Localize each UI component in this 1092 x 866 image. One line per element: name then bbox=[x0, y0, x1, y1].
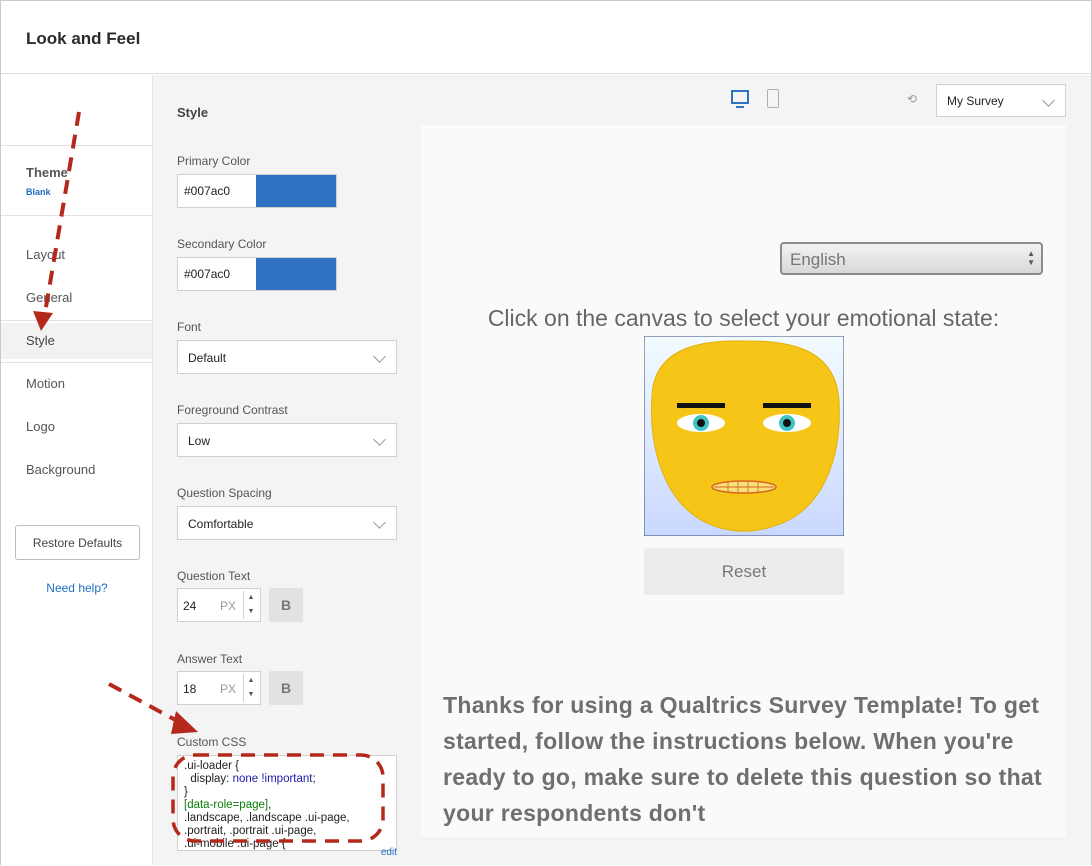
size-stepper[interactable]: ▲ ▼ bbox=[243, 591, 258, 619]
sidebar-item-motion[interactable]: Motion bbox=[1, 366, 152, 402]
font-select[interactable]: Default bbox=[177, 340, 397, 374]
px-unit: PX bbox=[220, 599, 237, 613]
need-help-link[interactable]: Need help? bbox=[1, 581, 153, 595]
stepper-down-icon[interactable]: ▼ bbox=[244, 688, 258, 702]
question-text-label: Question Text bbox=[177, 569, 251, 583]
font-label: Font bbox=[177, 320, 202, 334]
question-text-bold-button[interactable]: B bbox=[269, 588, 303, 622]
look-and-feel-dialog: Look and Feel Theme Blank Layout General… bbox=[0, 0, 1092, 865]
preview-toolbar: ⟲ My Survey bbox=[421, 75, 1091, 125]
updown-arrows-icon: ▲ ▼ bbox=[1027, 249, 1035, 267]
mobile-view-icon[interactable] bbox=[767, 89, 779, 108]
font-select-value: Default bbox=[188, 351, 227, 365]
answer-text-bold-button[interactable]: B bbox=[269, 671, 303, 705]
divider bbox=[1, 145, 152, 146]
foreground-contrast-select[interactable]: Low bbox=[177, 423, 397, 457]
spacing-select-value: Comfortable bbox=[188, 517, 254, 531]
desktop-view-icon[interactable] bbox=[731, 90, 749, 108]
chevron-down-icon bbox=[373, 433, 386, 446]
sidebar-nav: Theme Blank Layout General Style Motion … bbox=[1, 75, 153, 865]
style-panel: Style Primary Color #007ac0 Secondary Co… bbox=[153, 75, 421, 865]
chevron-down-icon bbox=[373, 350, 386, 363]
primary-color-hex[interactable]: #007ac0 bbox=[184, 184, 230, 198]
size-stepper[interactable]: ▲ ▼ bbox=[243, 674, 258, 702]
divider bbox=[1, 215, 152, 216]
theme-label: Theme bbox=[26, 165, 68, 180]
question-text-size-input[interactable]: 24 PX ▲ ▼ bbox=[177, 588, 261, 622]
stepper-up-icon[interactable]: ▲ bbox=[244, 591, 258, 605]
dialog-title: Look and Feel bbox=[26, 29, 141, 48]
survey-select-value: My Survey bbox=[947, 94, 1004, 108]
sidebar-item-logo[interactable]: Logo bbox=[1, 409, 152, 445]
chevron-down-icon bbox=[373, 516, 386, 529]
preview-bottom-gutter bbox=[421, 837, 1091, 865]
custom-css-label: Custom CSS bbox=[177, 735, 247, 749]
css-edit-link[interactable]: edit bbox=[381, 847, 397, 858]
sidebar-item-general[interactable]: General bbox=[1, 280, 152, 316]
contrast-select-value: Low bbox=[188, 434, 211, 448]
stepper-up-icon[interactable]: ▲ bbox=[244, 674, 258, 688]
secondary-color-swatch[interactable] bbox=[256, 258, 336, 290]
dialog-header: Look and Feel bbox=[1, 1, 1091, 74]
restore-defaults-button[interactable]: Restore Defaults bbox=[15, 525, 140, 560]
chevron-down-icon bbox=[1042, 94, 1055, 107]
language-select-value: English bbox=[790, 250, 846, 269]
reset-button[interactable]: Reset bbox=[644, 548, 844, 595]
answer-text-label: Answer Text bbox=[177, 652, 243, 666]
language-select[interactable]: English ▲ ▼ bbox=[780, 242, 1043, 275]
secondary-color-field[interactable]: #007ac0 bbox=[177, 257, 337, 291]
template-intro-text: Thanks for using a Qualtrics Survey Temp… bbox=[443, 692, 1042, 826]
emotion-canvas[interactable] bbox=[644, 336, 844, 536]
px-unit: PX bbox=[220, 682, 237, 696]
question-text-size-value[interactable]: 24 bbox=[183, 599, 196, 613]
answer-text-size-input[interactable]: 18 PX ▲ ▼ bbox=[177, 671, 261, 705]
stepper-down-icon[interactable]: ▼ bbox=[244, 605, 258, 619]
refresh-icon[interactable]: ⟲ bbox=[907, 92, 917, 106]
foreground-contrast-label: Foreground Contrast bbox=[177, 403, 288, 417]
preview-gutter bbox=[1066, 125, 1091, 865]
theme-value: Blank bbox=[26, 187, 51, 197]
survey-select[interactable]: My Survey bbox=[936, 84, 1066, 117]
sidebar-item-layout[interactable]: Layout bbox=[1, 237, 152, 273]
secondary-color-label: Secondary Color bbox=[177, 237, 267, 251]
secondary-color-hex[interactable]: #007ac0 bbox=[184, 267, 230, 281]
divider bbox=[1, 362, 152, 363]
survey-preview: English ▲ ▼ Click on the canvas to select… bbox=[421, 125, 1066, 837]
sidebar-item-background[interactable]: Background bbox=[1, 452, 152, 488]
primary-color-swatch[interactable] bbox=[256, 175, 336, 207]
question-spacing-select[interactable]: Comfortable bbox=[177, 506, 397, 540]
question-spacing-label: Question Spacing bbox=[177, 486, 272, 500]
question-text: Click on the canvas to select your emoti… bbox=[487, 305, 1000, 331]
style-section-title: Style bbox=[177, 105, 209, 120]
primary-color-field[interactable]: #007ac0 bbox=[177, 174, 337, 208]
sidebar-item-theme[interactable]: Theme Blank bbox=[26, 165, 68, 197]
answer-text-size-value[interactable]: 18 bbox=[183, 682, 196, 696]
divider bbox=[1, 320, 152, 321]
custom-css-editor[interactable]: .ui-loader { display: none !important; }… bbox=[177, 755, 397, 851]
primary-color-label: Primary Color bbox=[177, 154, 251, 168]
sidebar-item-style[interactable]: Style bbox=[1, 323, 152, 359]
